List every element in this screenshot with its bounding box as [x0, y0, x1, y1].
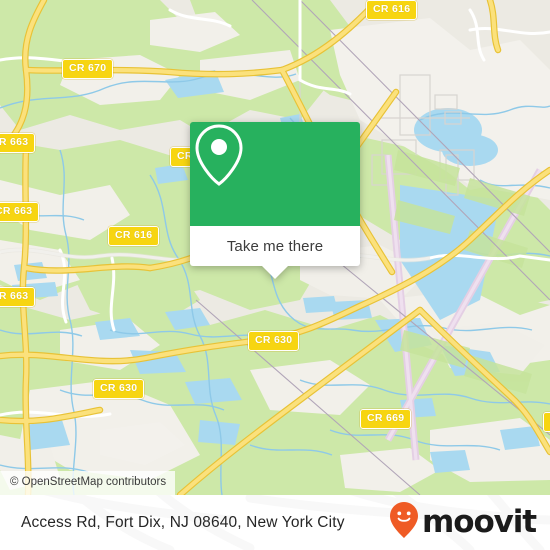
road-shield: CR 663	[0, 133, 36, 153]
map-canvas[interactable]: CR 616 CR 670 CR 663 CR CR 663 CR 616 CR…	[0, 0, 550, 495]
address-label: Access Rd, Fort Dix, NJ 08640, New York …	[21, 513, 345, 531]
road-shield: CR 630	[93, 379, 145, 399]
footer-bar: Access Rd, Fort Dix, NJ 08640, New York …	[0, 495, 550, 550]
location-popup[interactable]: Take me there	[190, 122, 360, 279]
take-me-there-label: Take me there	[226, 237, 324, 255]
road-shield: CR 670	[62, 59, 114, 79]
osm-attribution[interactable]: © OpenStreetMap contributors	[0, 470, 176, 495]
road-shield: CR 663	[0, 287, 36, 307]
road-shield: CR 669	[360, 409, 412, 429]
moovit-map-screenshot: CR 616 CR 670 CR 663 CR CR 663 CR 616 CR…	[0, 0, 550, 550]
moovit-logo[interactable]: moovit	[389, 501, 537, 544]
road-shield: CR 616	[108, 226, 160, 246]
moovit-wordmark: moovit	[422, 504, 537, 540]
moovit-pin-smiley-icon	[389, 501, 419, 544]
popup-tail	[262, 266, 288, 279]
road-shield: C	[543, 412, 550, 432]
road-shield: CR 663	[0, 202, 40, 222]
road-shield: CR 616	[366, 0, 418, 20]
take-me-there-button[interactable]: Take me there	[190, 226, 360, 266]
popup-header	[190, 122, 360, 226]
road-shield: CR 630	[248, 331, 300, 351]
